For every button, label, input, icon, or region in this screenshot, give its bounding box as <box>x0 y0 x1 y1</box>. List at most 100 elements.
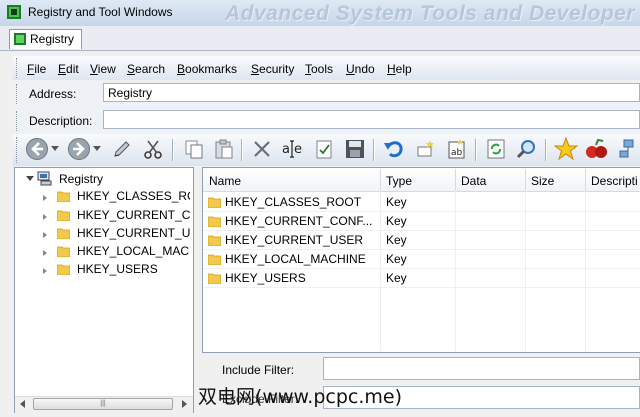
tree-item-hkey-local-machine[interactable]: HKEY_LOCAL_MACH <box>77 244 190 258</box>
dropdown-arrow-icon <box>93 146 101 151</box>
tree-item-hkey-current-config[interactable]: HKEY_CURRENT_C <box>77 208 190 222</box>
column-header-name[interactable]: Name <box>209 174 241 188</box>
column-header-type[interactable]: Type <box>386 174 412 188</box>
grid-line <box>525 191 526 351</box>
network-button[interactable] <box>616 136 640 162</box>
list-item-type: Key <box>386 233 407 247</box>
favorites-button[interactable] <box>553 136 579 162</box>
tree-root-collapse-arrow[interactable] <box>26 176 34 181</box>
menu-help[interactable]: Help <box>387 62 412 76</box>
new-value-button[interactable]: ab <box>444 136 470 162</box>
list-header <box>203 169 640 192</box>
list-item-name[interactable]: HKEY_LOCAL_MACHINE <box>225 252 366 266</box>
product-banner: Advanced System Tools and Developer G <box>225 2 640 25</box>
cut-button[interactable] <box>140 136 166 162</box>
back-button[interactable] <box>24 136 50 162</box>
copy-icon <box>185 140 203 159</box>
list-item-name[interactable]: HKEY_CURRENT_CONF... <box>225 214 372 228</box>
document-tab-strip <box>0 26 640 51</box>
edit-button[interactable] <box>109 136 135 162</box>
toolbar-separator <box>172 139 174 161</box>
tree-expander[interactable] <box>43 250 47 256</box>
address-bar-grip[interactable] <box>16 84 20 104</box>
menu-undo[interactable]: Undo <box>346 62 375 76</box>
new-key-button[interactable] <box>413 136 439 162</box>
site-watermark: 双电网(www.pcpc.me) <box>198 386 402 408</box>
column-header-data[interactable]: Data <box>461 174 486 188</box>
toolbar-grip[interactable] <box>16 137 20 163</box>
folder-icon <box>57 191 70 202</box>
tree-expander[interactable] <box>43 214 47 220</box>
new-folder-icon <box>417 140 434 157</box>
tree-item-hkey-current-user[interactable]: HKEY_CURRENT_U <box>77 226 190 240</box>
find-button[interactable] <box>514 136 540 162</box>
column-header-size[interactable]: Size <box>531 174 554 188</box>
rename-icon: ae <box>282 140 302 158</box>
address-input[interactable]: Registry <box>103 83 640 102</box>
svg-text:a: a <box>282 142 290 157</box>
description-input[interactable] <box>103 110 640 129</box>
tree-root-label[interactable]: Registry <box>59 172 103 186</box>
app-icon <box>7 5 21 19</box>
tree-expander[interactable] <box>43 268 47 274</box>
menu-file[interactable]: File <box>27 62 46 76</box>
refresh-icon <box>487 139 505 159</box>
paste-button[interactable] <box>211 136 237 162</box>
grid-line <box>203 249 640 250</box>
column-divider[interactable] <box>585 169 586 191</box>
column-divider[interactable] <box>455 169 456 191</box>
refresh-button[interactable] <box>483 136 509 162</box>
computer-icon <box>37 171 52 186</box>
list-item-name[interactable]: HKEY_USERS <box>225 271 306 285</box>
undo-button[interactable] <box>381 136 407 162</box>
save-button[interactable] <box>342 136 368 162</box>
back-icon <box>26 138 48 160</box>
copy-button[interactable] <box>181 136 207 162</box>
tree-item-hkey-users[interactable]: HKEY_USERS <box>77 262 158 276</box>
search-icon <box>516 140 535 159</box>
tab-registry-label: Registry <box>30 32 75 46</box>
tree-item-hkey-classes-root[interactable]: HKEY_CLASSES_RO <box>77 189 190 203</box>
menu-security[interactable]: Security <box>251 62 294 76</box>
scroll-left-arrow-icon[interactable] <box>20 400 25 408</box>
column-divider[interactable] <box>380 169 381 191</box>
scrollbar-thumb[interactable]: ||| <box>33 398 173 410</box>
save-icon <box>346 140 364 158</box>
description-bar-grip[interactable] <box>16 111 20 131</box>
tree-expander[interactable] <box>43 232 47 238</box>
menu-bookmarks[interactable]: Bookmarks <box>177 62 237 76</box>
edit-icon <box>114 141 130 157</box>
forward-button[interactable] <box>66 136 92 162</box>
forward-history-dropdown[interactable] <box>91 136 103 162</box>
column-divider[interactable] <box>525 169 526 191</box>
scroll-right-arrow-icon[interactable] <box>182 400 187 408</box>
list-item-type: Key <box>386 214 407 228</box>
grid-line <box>380 191 381 351</box>
folder-icon <box>208 254 221 265</box>
grid-line <box>203 287 640 288</box>
registry-tree[interactable] <box>14 167 194 413</box>
network-icon <box>619 139 634 158</box>
delete-button[interactable] <box>249 136 275 162</box>
rename-button[interactable]: ae <box>280 136 306 162</box>
column-header-description[interactable]: Descripti <box>591 174 638 188</box>
list-item-name[interactable]: HKEY_CURRENT_USER <box>225 233 363 247</box>
favorites-star-icon <box>554 137 578 161</box>
grid-line <box>203 211 640 212</box>
undo-icon <box>384 141 403 158</box>
checkbox-icon <box>316 140 332 159</box>
menu-tools[interactable]: Tools <box>305 62 333 76</box>
tools-button[interactable] <box>584 136 610 162</box>
menu-view[interactable]: View <box>90 62 116 76</box>
menu-bar-grip[interactable] <box>16 58 20 78</box>
folder-icon <box>208 273 221 284</box>
checklist-button[interactable] <box>311 136 337 162</box>
list-item-name[interactable]: HKEY_CLASSES_ROOT <box>225 195 361 209</box>
folder-icon <box>208 216 221 227</box>
folder-icon <box>208 235 221 246</box>
tree-expander[interactable] <box>43 195 47 201</box>
include-filter-input[interactable] <box>323 357 640 380</box>
menu-search[interactable]: Search <box>127 62 165 76</box>
menu-edit[interactable]: Edit <box>58 62 79 76</box>
back-history-dropdown[interactable] <box>49 136 61 162</box>
